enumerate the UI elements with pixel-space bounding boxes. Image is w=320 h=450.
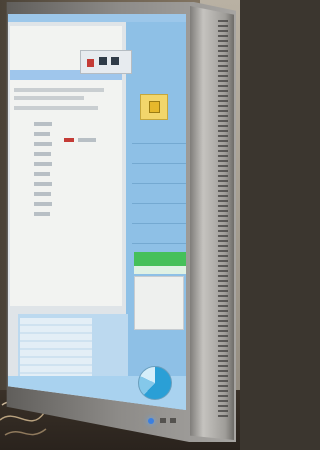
monitor-button [170, 418, 176, 423]
table-cell [34, 162, 52, 166]
table-row [14, 88, 104, 92]
table-cell [34, 192, 51, 196]
table-row [14, 96, 84, 100]
monitor-vents [218, 20, 228, 420]
info-box [134, 276, 184, 330]
table-cell [34, 152, 51, 156]
toolbar-icon [111, 57, 119, 65]
screen-toolbar [80, 50, 132, 74]
toolbar-icon [99, 57, 107, 65]
table-cell [34, 132, 50, 136]
table-cell [34, 182, 52, 186]
toolbar-red-icon [87, 59, 94, 67]
table-row [14, 106, 98, 110]
table-cell [34, 202, 52, 206]
status-icon [140, 94, 168, 120]
table-cell [34, 142, 52, 146]
table-cell [34, 172, 50, 176]
table-cell [34, 122, 52, 126]
monitor-screen [8, 14, 186, 410]
screen-grid-lines [132, 124, 186, 244]
status-red-marker [64, 138, 74, 142]
pie-chart-icon [138, 366, 172, 400]
power-led [148, 418, 154, 424]
screen-top-strip [8, 14, 186, 22]
status-green-subbar [134, 266, 186, 274]
status-green-bar [134, 252, 186, 266]
monitor-button [160, 418, 166, 423]
table-cell [34, 212, 50, 216]
screen-bottom-rows [20, 318, 92, 376]
table-cell [78, 138, 96, 142]
